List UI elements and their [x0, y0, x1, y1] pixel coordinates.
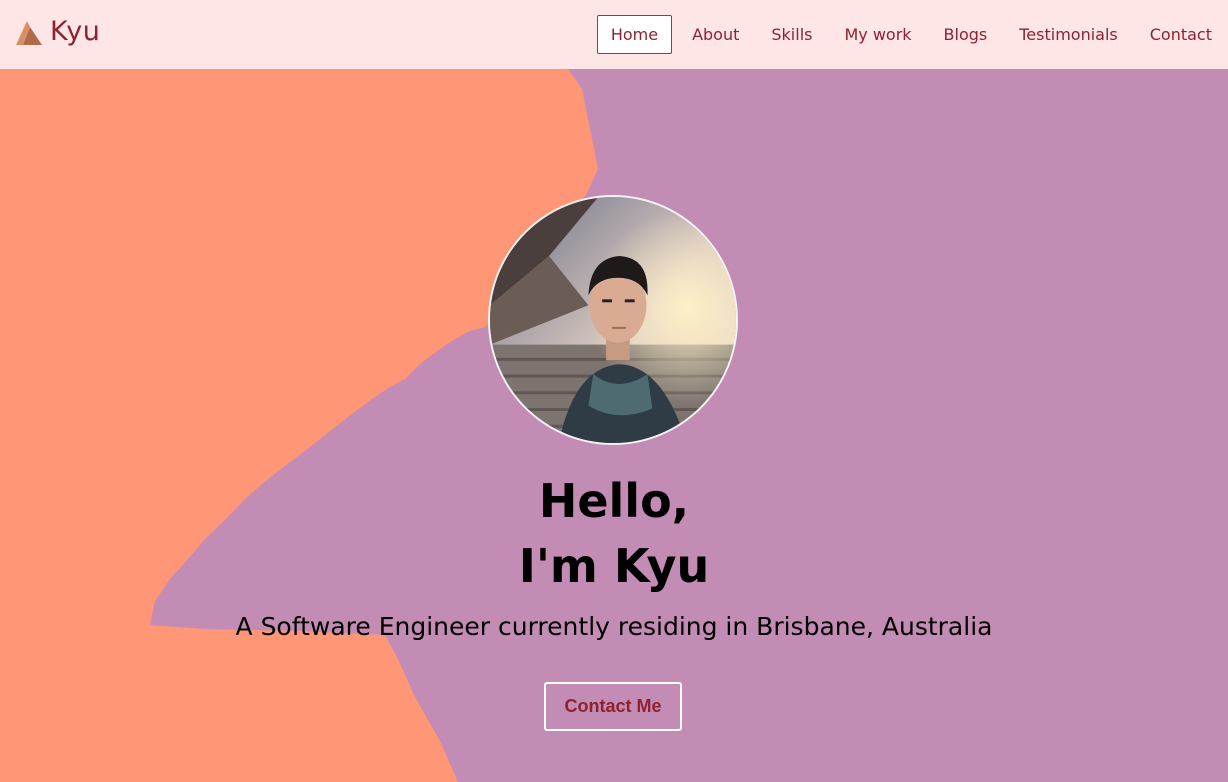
brand-logo[interactable]: Kyu — [14, 16, 100, 47]
nav-contact[interactable]: Contact — [1134, 25, 1228, 44]
profile-photo — [488, 195, 738, 445]
portrait-illustration — [490, 197, 736, 443]
nav-home[interactable]: Home — [596, 15, 673, 54]
navbar: Kyu Home About Skills My work Blogs Test… — [0, 0, 1228, 69]
hero-section: Hello, I'm Kyu A Software Engineer curre… — [0, 69, 1228, 782]
hero-tagline: A Software Engineer currently residing i… — [235, 612, 993, 641]
hero-greeting-line-2: I'm Kyu — [518, 539, 710, 593]
hero-greeting-line-1: Hello, — [538, 474, 690, 528]
mountain-logo-icon — [16, 20, 42, 45]
nav-skills[interactable]: Skills — [755, 25, 828, 44]
nav-testimonials[interactable]: Testimonials — [1003, 25, 1134, 44]
nav-blogs[interactable]: Blogs — [928, 25, 1004, 44]
nav-about[interactable]: About — [676, 25, 755, 44]
contact-me-button[interactable]: Contact Me — [544, 682, 682, 731]
brand-name: Kyu — [50, 16, 101, 47]
nav-my-work[interactable]: My work — [828, 25, 927, 44]
main-nav: Home About Skills My work Blogs Testimon… — [596, 0, 1228, 69]
